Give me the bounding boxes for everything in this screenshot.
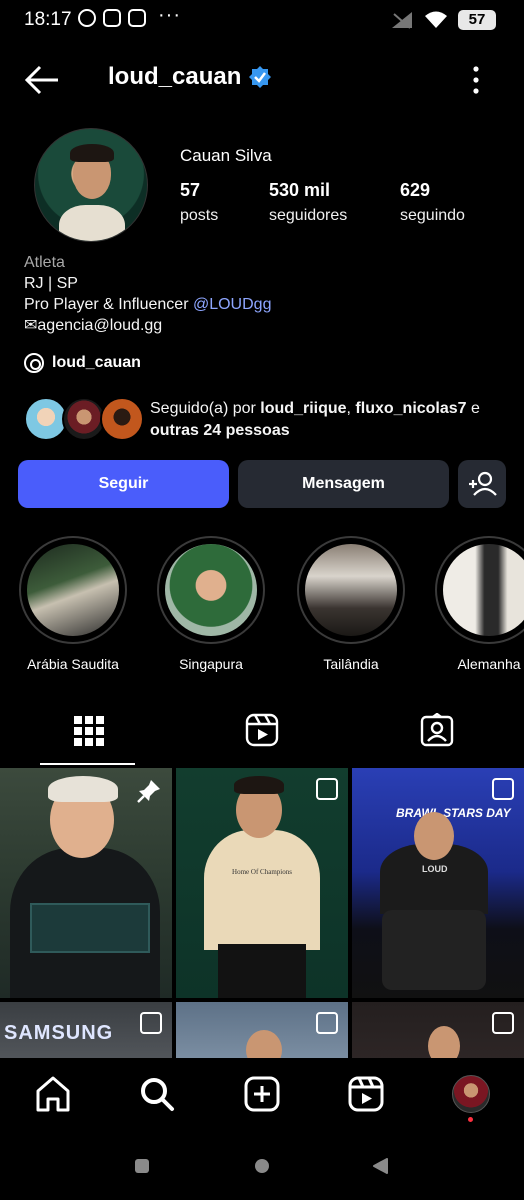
message-button[interactable]: Mensagem [238, 460, 449, 508]
threads-icon [24, 353, 44, 373]
bottom-navigation [0, 1058, 524, 1134]
post-thumbnail[interactable]: BRAWL STARS DAY LOUD [352, 768, 524, 998]
recents-icon[interactable] [134, 1158, 150, 1174]
home-button-icon[interactable] [254, 1158, 270, 1174]
post-thumbnail[interactable] [0, 768, 172, 998]
bio-mention-link[interactable]: @LOUDgg [193, 296, 272, 313]
create-icon[interactable] [242, 1074, 282, 1114]
tab-tagged[interactable] [350, 705, 524, 765]
carousel-icon [492, 1012, 514, 1034]
instagram-icon [103, 9, 121, 27]
pin-icon [137, 780, 160, 803]
grid-icon [74, 716, 104, 746]
tab-reels[interactable] [175, 705, 349, 765]
reels-icon [245, 713, 279, 747]
more-notifications-icon: ··· [158, 4, 181, 26]
search-icon[interactable] [137, 1074, 177, 1114]
mutual-followers[interactable]: Seguido(a) por loud_riique, fluxo_nicola… [24, 395, 504, 445]
whatsapp-icon [78, 9, 96, 27]
avatar [100, 397, 144, 441]
threads-link[interactable]: loud_cauan [24, 353, 141, 373]
reels-icon[interactable] [346, 1074, 386, 1114]
carousel-icon [492, 778, 514, 800]
posts-count[interactable]: 57 posts [180, 180, 218, 225]
notification-dot [468, 1117, 473, 1122]
stat-value: 629 [400, 180, 431, 200]
system-navigation [0, 1134, 524, 1200]
profile-tabs [0, 705, 524, 765]
highlight-label: Singapura [179, 656, 243, 672]
bio-category: Atleta [24, 254, 65, 271]
carousel-icon [316, 1012, 338, 1034]
follow-button[interactable]: Seguir [18, 460, 229, 508]
status-bar: 18:17 ··· 57 [0, 0, 524, 40]
mutual-followers-text: Seguido(a) por loud_riique, fluxo_nicola… [150, 400, 480, 439]
threads-username: loud_cauan [52, 354, 141, 371]
stat-label: seguidores [269, 207, 348, 224]
full-name: Cauan Silva [180, 146, 272, 165]
status-time: 18:17 [24, 9, 72, 30]
profile-avatar[interactable] [452, 1075, 490, 1113]
highlight-label: Tailândia [323, 656, 379, 672]
story-highlight[interactable]: Alemanha [434, 536, 524, 672]
stat-value: 530 mil [269, 180, 331, 200]
stat-value: 57 [180, 180, 201, 200]
more-options-icon[interactable] [462, 62, 490, 98]
wifi-icon [425, 11, 447, 28]
profile-header: loud_cauan [0, 52, 524, 108]
stat-label: seguindo [400, 207, 465, 224]
verified-badge-icon [249, 66, 271, 88]
carousel-icon [316, 778, 338, 800]
instagram-icon [128, 9, 146, 27]
bio: Atleta RJ | SP Pro Player & Influencer @… [24, 252, 271, 336]
back-arrow-icon[interactable] [22, 60, 62, 100]
highlight-label: Arábia Saudita [27, 656, 119, 672]
active-tab-indicator [40, 763, 135, 765]
tab-posts[interactable] [0, 705, 174, 765]
post-thumbnail[interactable] [176, 1002, 348, 1058]
profile-avatar[interactable] [34, 128, 148, 242]
bio-line: RJ | SP [24, 275, 78, 292]
post-thumbnail[interactable]: SAMSUNG [0, 1002, 172, 1058]
bio-line: Pro Player & Influencer @LOUDgg [24, 296, 272, 313]
tagged-icon [420, 713, 454, 747]
story-highlight[interactable]: Arábia Saudita [18, 536, 128, 672]
followers-count[interactable]: 530 mil seguidores [269, 180, 347, 225]
stat-label: posts [180, 207, 219, 224]
page-title: loud_cauan [108, 63, 242, 90]
bio-email[interactable]: ✉agencia@loud.gg [24, 315, 271, 336]
back-icon[interactable] [372, 1158, 388, 1174]
story-highlight[interactable]: Tailândia [296, 536, 406, 672]
posts-grid: Home Of Champions BRAWL STARS DAY LOUD S… [0, 768, 524, 1058]
signal-icon [392, 12, 412, 29]
highlight-label: Alemanha [457, 656, 521, 672]
post-thumbnail[interactable] [352, 1002, 524, 1058]
home-icon[interactable] [33, 1074, 73, 1114]
add-user-icon [469, 471, 497, 496]
battery-icon: 57 [458, 10, 496, 30]
carousel-icon [140, 1012, 162, 1034]
post-thumbnail[interactable]: Home Of Champions [176, 768, 348, 998]
following-count[interactable]: 629 seguindo [400, 180, 465, 225]
story-highlight[interactable]: Singapura [156, 536, 266, 672]
suggested-users-button[interactable] [458, 460, 506, 508]
